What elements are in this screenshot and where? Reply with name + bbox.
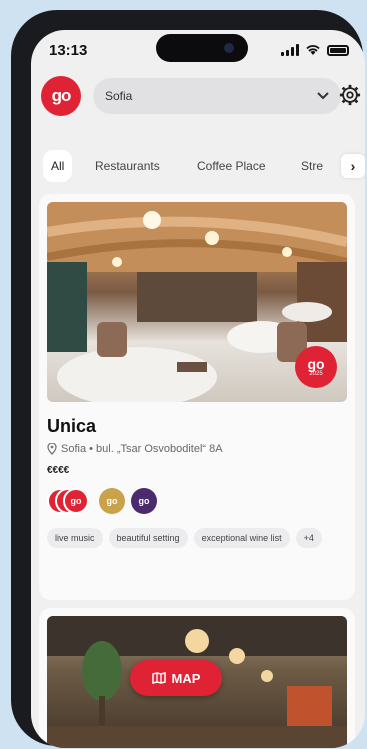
chevron-right-icon[interactable]: › — [341, 154, 365, 178]
gear-icon[interactable] — [339, 84, 361, 106]
listing-photo: go 2025 — [47, 202, 347, 402]
map-icon — [151, 672, 166, 684]
listing-address-row: Sofia • bul. „Tsar Osvoboditel“ 8A — [47, 443, 347, 455]
price-level: €€€€ — [47, 465, 70, 476]
listing-address: Sofia • bul. „Tsar Osvoboditel“ 8A — [61, 443, 223, 455]
city-select[interactable]: Sofia — [93, 78, 341, 114]
award-badges: go go go — [47, 488, 347, 516]
filter-restaurants[interactable]: Restaurants — [87, 150, 168, 182]
wifi-icon — [306, 45, 320, 55]
filter-street[interactable]: Stre — [293, 150, 331, 182]
listing-card[interactable]: go 2025 Unica Sofia • bul. „Tsar Osvobod… — [39, 194, 355, 600]
status-icons — [281, 44, 349, 56]
phone-frame: 13:13 go Sofia All Restaurants Coffee Pl… — [11, 10, 365, 748]
app-screen: 13:13 go Sofia All Restaurants Coffee Pl… — [31, 30, 365, 748]
red-award-badge-3: go — [63, 488, 89, 514]
map-button-label: MAP — [171, 670, 201, 686]
purple-award-badge: go — [131, 488, 157, 514]
dynamic-island — [156, 34, 248, 62]
filter-all[interactable]: All — [43, 150, 73, 182]
city-select-value: Sofia — [105, 89, 133, 103]
award-badge-text: go — [307, 356, 325, 372]
gold-award-badge: go — [99, 488, 125, 514]
more-tags[interactable]: +4 — [295, 528, 322, 548]
map-button[interactable]: MAP — [130, 660, 222, 696]
tag-live-music: live music — [47, 528, 103, 548]
filter-coffee-place[interactable]: Coffee Place — [189, 150, 274, 182]
go-award-badge: go 2025 — [295, 346, 337, 388]
category-filters: All Restaurants Coffee Place Stre › — [39, 150, 365, 182]
signal-icon — [281, 44, 299, 56]
feature-tags: live music beautiful setting exceptional… — [47, 528, 347, 548]
location-pin-icon — [47, 443, 57, 455]
status-time: 13:13 — [49, 42, 88, 59]
app-header: go Sofia — [41, 74, 361, 116]
go-logo[interactable]: go — [41, 76, 81, 116]
listing-name: Unica — [47, 416, 97, 436]
battery-icon — [327, 45, 349, 56]
tag-beautiful-setting: beautiful setting — [108, 528, 188, 548]
award-badge-year: 2025 — [309, 371, 323, 377]
chevron-down-icon — [317, 92, 329, 100]
tag-exceptional-wine-list: exceptional wine list — [193, 528, 290, 548]
